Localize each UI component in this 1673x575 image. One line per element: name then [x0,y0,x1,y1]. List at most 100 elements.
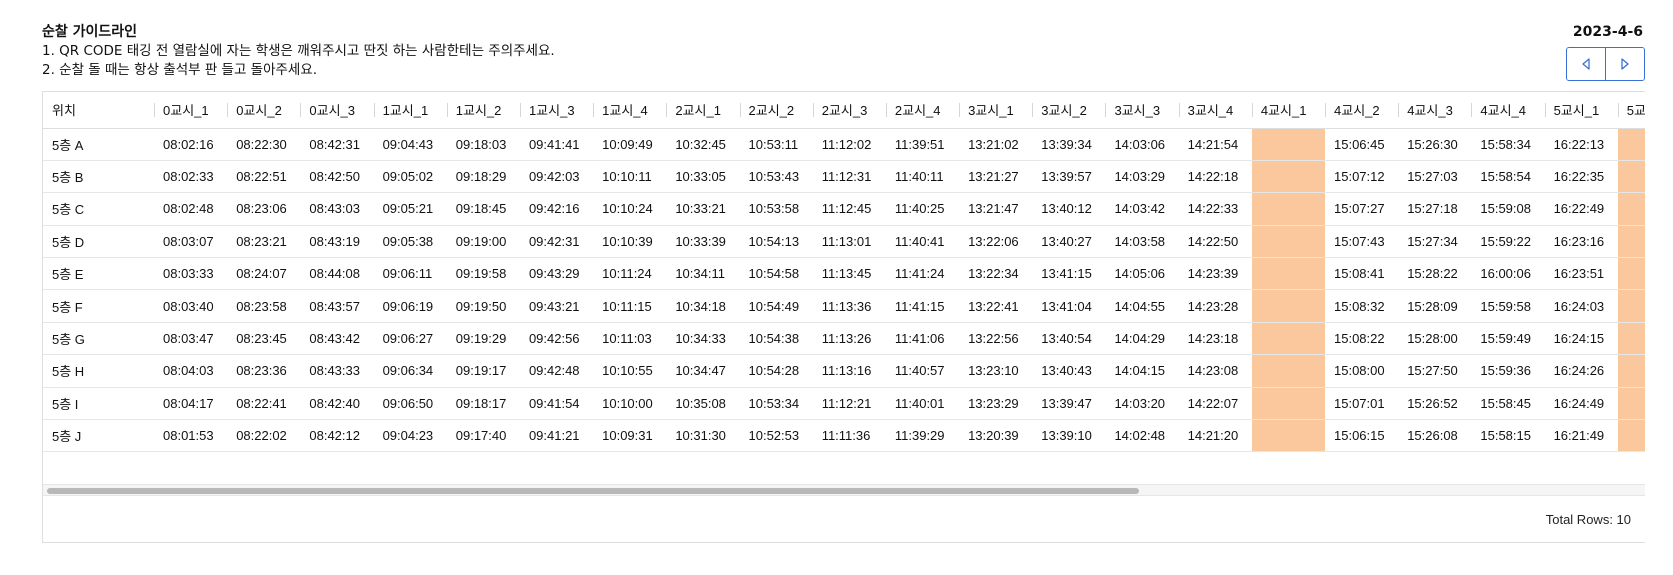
location-cell: 5층 D [43,225,154,259]
column-header[interactable]: 3교시_3 [1105,92,1179,129]
time-cell: 13:40:43 [1032,354,1106,388]
time-cell: 16:00:06 [1471,257,1545,291]
time-cell [1251,160,1325,194]
time-cell: 08:03:40 [154,289,228,323]
column-header[interactable]: 2교시_3 [812,92,886,129]
time-cell: 10:54:13 [739,225,813,259]
time-cell: 09:18:45 [446,192,520,226]
column-header[interactable]: 3교시_4 [1178,92,1252,129]
triangle-left-icon [1582,58,1590,70]
time-cell: 14:02:48 [1105,419,1179,453]
time-cell: 08:03:47 [154,322,228,356]
time-cell: 10:10:00 [593,387,667,421]
table-row[interactable]: 5층 A 08:02:16 08:22:30 08:42:31 09:04:43 09:1… [43,128,1645,161]
time-cell: 09:18:17 [446,387,520,421]
column-header[interactable]: 5교시_1 [1544,92,1618,129]
scrollbar-thumb[interactable] [47,488,1139,494]
table-row[interactable]: 5층 B 08:02:33 08:22:51 08:42:50 09:05:02 09:1… [43,160,1645,194]
time-cell: 08:01:53 [154,419,228,453]
time-cell: 13:39:57 [1032,160,1106,194]
column-header[interactable]: 4교시_2 [1325,92,1399,129]
time-cell: 14:23:18 [1178,322,1252,356]
time-cell: 08:23:06 [227,192,301,226]
time-cell: 10:31:30 [666,419,740,453]
guideline-title: 순찰 가이드라인 [42,24,138,40]
time-cell: 10:52:53 [739,419,813,453]
column-header[interactable]: 2교시_4 [885,92,960,129]
column-header[interactable]: 3교시_2 [1032,92,1106,129]
column-header[interactable]: 0교시_1 [154,92,228,129]
time-cell: 08:04:17 [154,387,228,421]
time-cell: 11:40:41 [885,225,960,259]
time-cell: 08:24:07 [227,257,301,291]
time-cell: 11:39:29 [885,419,960,453]
column-header[interactable]: 2교시_1 [666,92,740,129]
column-header[interactable]: 0교시_3 [300,92,374,129]
time-cell: 08:44:08 [300,257,374,291]
guideline-line-2: 2. 순찰 돌 때는 항상 출석부 판 들고 돌아주세요. [42,62,318,78]
time-cell [1617,322,1645,356]
time-cell: 11:12:31 [812,160,886,194]
time-cell: 10:10:55 [593,354,667,388]
time-cell: 14:03:58 [1105,225,1179,259]
time-cell [1251,419,1325,453]
column-header[interactable]: 1교시_2 [446,92,520,129]
time-cell: 10:34:33 [666,322,740,356]
time-cell: 15:08:00 [1325,354,1399,388]
time-cell: 08:03:07 [154,225,228,259]
column-header[interactable]: 1교시_3 [519,92,594,129]
time-cell: 15:07:43 [1325,225,1399,259]
time-cell: 13:41:04 [1032,289,1106,323]
time-cell: 15:28:09 [1398,289,1472,323]
time-cell: 09:41:21 [519,419,594,453]
patrol-table: 위치 0교시_1 0교시_2 0교시_3 1교시_1 1교시_2 1교시_3 1교시_4 2교시… [43,92,1645,453]
next-date-button[interactable] [1605,48,1644,80]
time-cell: 10:54:28 [739,354,813,388]
time-cell: 15:59:58 [1471,289,1545,323]
time-cell: 09:17:40 [446,419,520,453]
total-rows-label: Total Rows: 10 [1545,512,1631,527]
time-cell: 10:11:15 [593,289,667,323]
time-cell: 15:59:49 [1471,322,1545,356]
prev-date-button[interactable] [1567,48,1605,80]
time-cell: 11:40:25 [885,192,960,226]
time-cell: 16:24:03 [1544,289,1618,323]
time-cell: 13:21:27 [959,160,1033,194]
table-row[interactable]: 5층 G 08:03:47 08:23:45 08:43:42 09:06:27 09:1… [43,322,1645,356]
table-row[interactable]: 5층 C 08:02:48 08:23:06 08:43:03 09:05:21 09:1… [43,192,1645,226]
time-cell: 08:04:03 [154,354,228,388]
column-header[interactable]: 5교시_2 [1617,92,1645,129]
time-cell: 10:09:31 [593,419,667,453]
time-cell: 13:21:02 [959,128,1033,161]
time-cell: 11:40:01 [885,387,960,421]
column-header[interactable]: 2교시_2 [739,92,813,129]
time-cell: 16:22:35 [1544,160,1618,194]
table-row[interactable]: 5층 F 08:03:40 08:23:58 08:43:57 09:06:19 09:1… [43,289,1645,323]
time-cell: 14:03:29 [1105,160,1179,194]
table-row[interactable]: 5층 I 08:04:17 08:22:41 08:42:40 09:06:50 09:1… [43,387,1645,421]
time-cell: 08:02:48 [154,192,228,226]
column-header[interactable]: 1교시_4 [593,92,667,129]
column-header[interactable]: 4교시_4 [1471,92,1545,129]
column-header[interactable]: 4교시_1 [1251,92,1325,129]
column-header[interactable]: 4교시_3 [1398,92,1472,129]
table-row[interactable]: 5층 D 08:03:07 08:23:21 08:43:19 09:05:38 09:1… [43,225,1645,259]
table-row[interactable]: 5층 H 08:04:03 08:23:36 08:43:33 09:06:34 09:1… [43,354,1645,388]
time-cell: 10:35:08 [666,387,740,421]
time-cell: 08:43:33 [300,354,374,388]
time-cell: 15:08:22 [1325,322,1399,356]
column-header[interactable]: 3교시_1 [959,92,1033,129]
column-header[interactable]: 1교시_1 [373,92,447,129]
horizontal-scrollbar[interactable] [43,484,1645,496]
time-cell: 08:02:16 [154,128,228,161]
table-row[interactable]: 5층 E 08:03:33 08:24:07 08:44:08 09:06:11 09:1… [43,257,1645,291]
table-body: 5층 A 08:02:16 08:22:30 08:42:31 09:04:43 09:1… [43,128,1645,453]
column-header[interactable]: 위치 [43,92,154,129]
time-cell: 14:23:28 [1178,289,1252,323]
time-cell: 13:40:12 [1032,192,1106,226]
time-cell [1617,225,1645,259]
column-header[interactable]: 0교시_2 [227,92,301,129]
time-cell: 15:27:50 [1398,354,1472,388]
location-cell: 5층 B [43,160,154,194]
table-row[interactable]: 5층 J 08:01:53 08:22:02 08:42:12 09:04:23 09:1… [43,419,1645,453]
